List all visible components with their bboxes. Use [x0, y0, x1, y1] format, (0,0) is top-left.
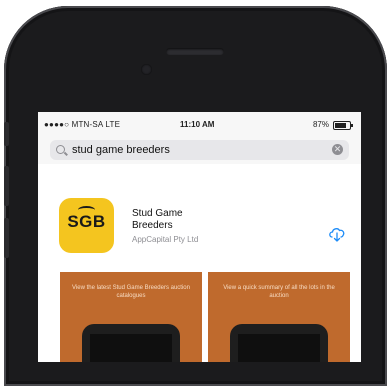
screenshot-caption: View a quick summary of all the lots in …: [223, 285, 335, 299]
screenshot-phone-image: [230, 324, 328, 362]
screenshot-phone-image: [82, 324, 180, 362]
screenshot-caption: View the latest Stud Game Breeders aucti…: [72, 285, 190, 299]
search-query[interactable]: stud game breeders: [72, 144, 170, 156]
volume-down-button: [4, 218, 9, 258]
search-bar: stud game breeders ✕: [38, 136, 361, 165]
screenshot-2[interactable]: View a quick summary of all the lots in …: [208, 272, 350, 362]
carrier-label: ●●●●○ MTN-SA LTE: [44, 120, 121, 129]
earpiece-speaker: [166, 48, 224, 55]
app-icon[interactable]: SGB: [59, 198, 114, 253]
search-icon: [56, 145, 65, 154]
screenshot-1[interactable]: View the latest Stud Game Breeders aucti…: [60, 272, 202, 362]
mute-switch: [4, 122, 9, 146]
volume-up-button: [4, 166, 9, 206]
front-camera: [141, 64, 152, 75]
screenshot-carousel[interactable]: View the latest Stud Game Breeders aucti…: [38, 272, 361, 362]
screen: ●●●●○ MTN-SA LTE 11:10 AM 87% stud game …: [38, 112, 361, 362]
cloud-download-icon[interactable]: [327, 224, 347, 244]
phone-frame: ●●●●○ MTN-SA LTE 11:10 AM 87% stud game …: [4, 6, 387, 386]
clear-icon[interactable]: ✕: [332, 144, 343, 155]
search-input[interactable]: stud game breeders ✕: [50, 140, 349, 160]
screenshot-phone-screen: [90, 334, 172, 362]
battery-percent: 87%: [312, 120, 329, 129]
search-result-item[interactable]: SGB Stud Game Breeders AppCapital Pty Lt…: [38, 164, 361, 269]
app-icon-logo: SGB: [67, 212, 106, 231]
clock: 11:10 AM: [180, 120, 215, 129]
battery-icon: [333, 121, 353, 130]
screenshot-phone-screen: [238, 334, 320, 362]
status-bar: ●●●●○ MTN-SA LTE 11:10 AM 87%: [38, 112, 361, 136]
app-developer: AppCapital Pty Ltd: [132, 235, 199, 244]
app-name[interactable]: Stud Game Breeders: [132, 208, 222, 232]
